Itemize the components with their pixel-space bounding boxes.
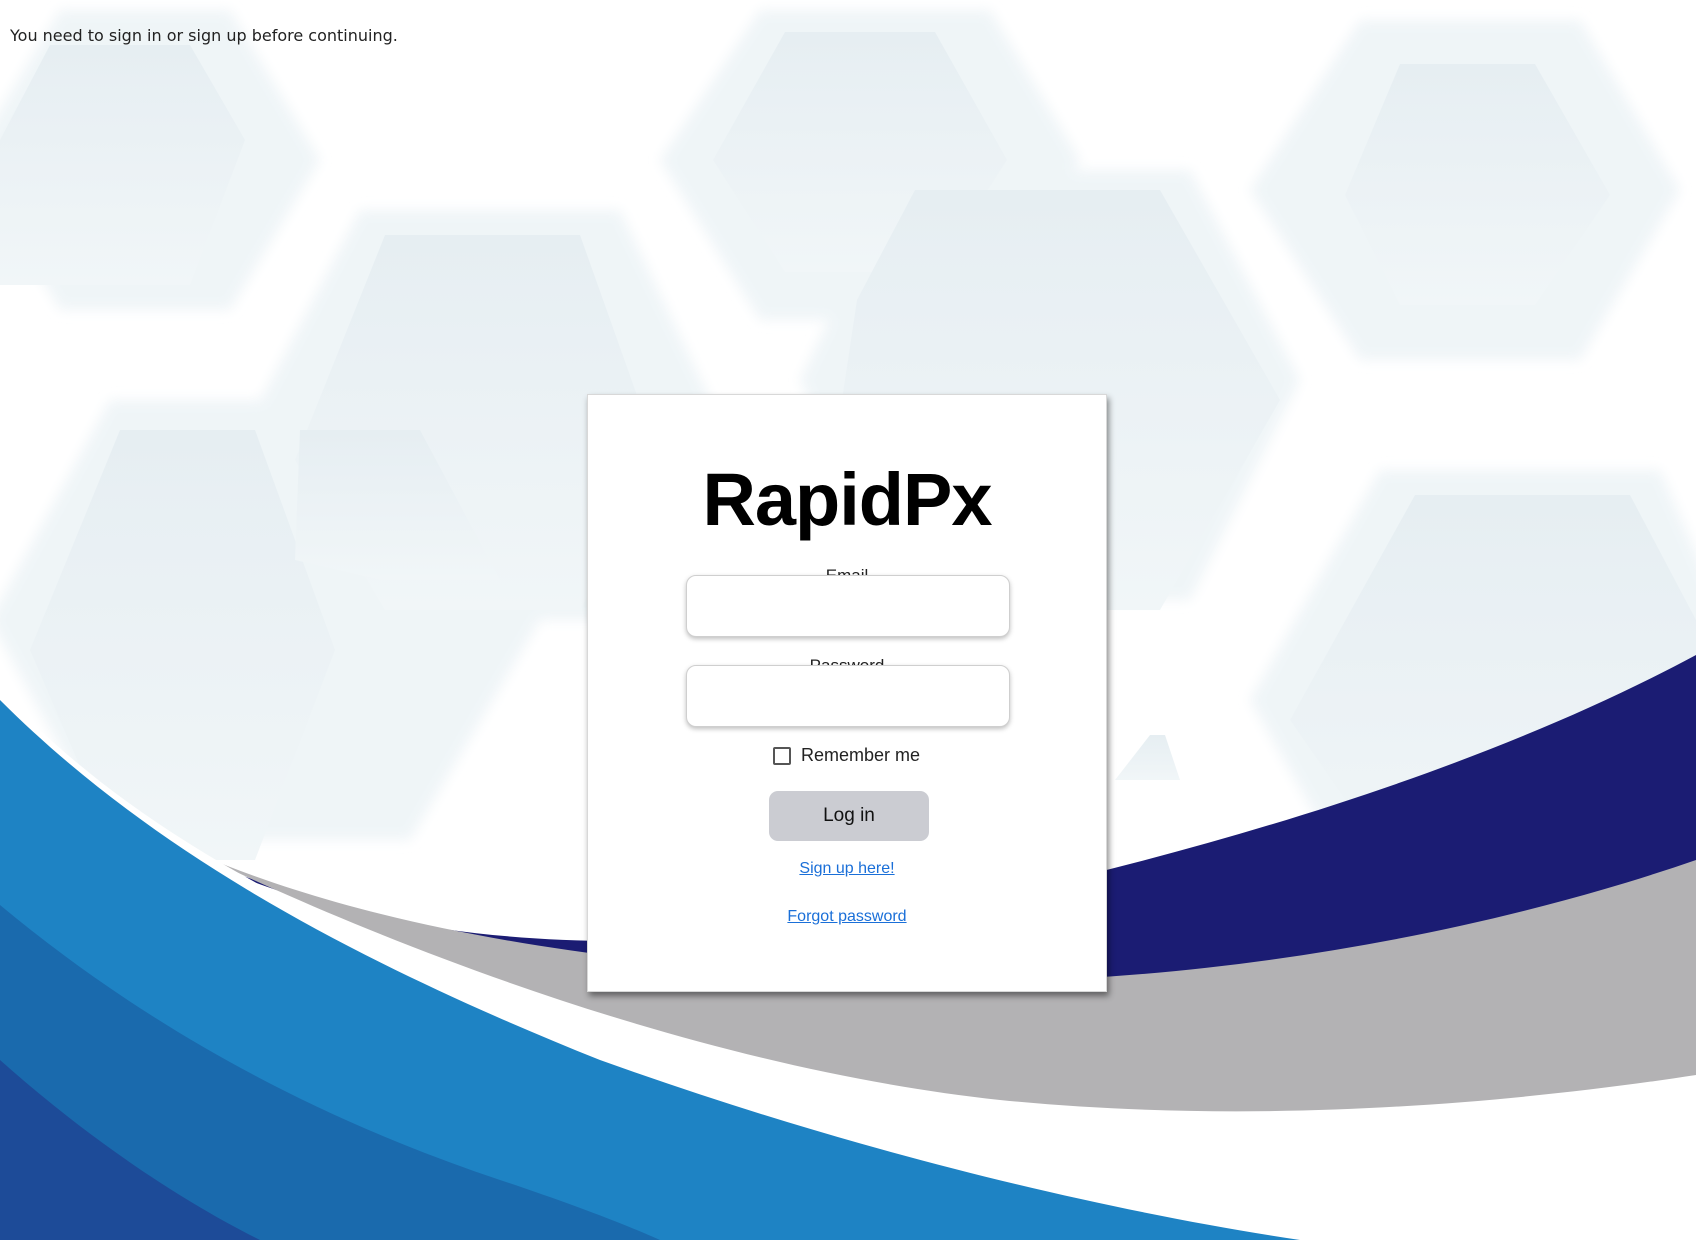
login-card: RapidPx Email Password Remember me Log i… (587, 394, 1107, 992)
remember-me-checkbox[interactable] (773, 746, 791, 765)
login-button[interactable]: Log in (769, 791, 929, 841)
signup-link-wrap: Sign up here! (588, 860, 1106, 878)
forgot-password-link[interactable]: Forgot password (787, 908, 906, 925)
forgot-password-link-wrap: Forgot password (588, 908, 1106, 926)
app-title: RapidPx (702, 458, 992, 541)
remember-me-label: Remember me (801, 745, 921, 765)
signup-link[interactable]: Sign up here! (799, 860, 894, 877)
flash-message: You need to sign in or sign up before co… (10, 26, 398, 45)
remember-me[interactable]: Remember me (773, 745, 920, 766)
password-field[interactable] (686, 665, 1010, 727)
email-field[interactable] (686, 575, 1010, 637)
